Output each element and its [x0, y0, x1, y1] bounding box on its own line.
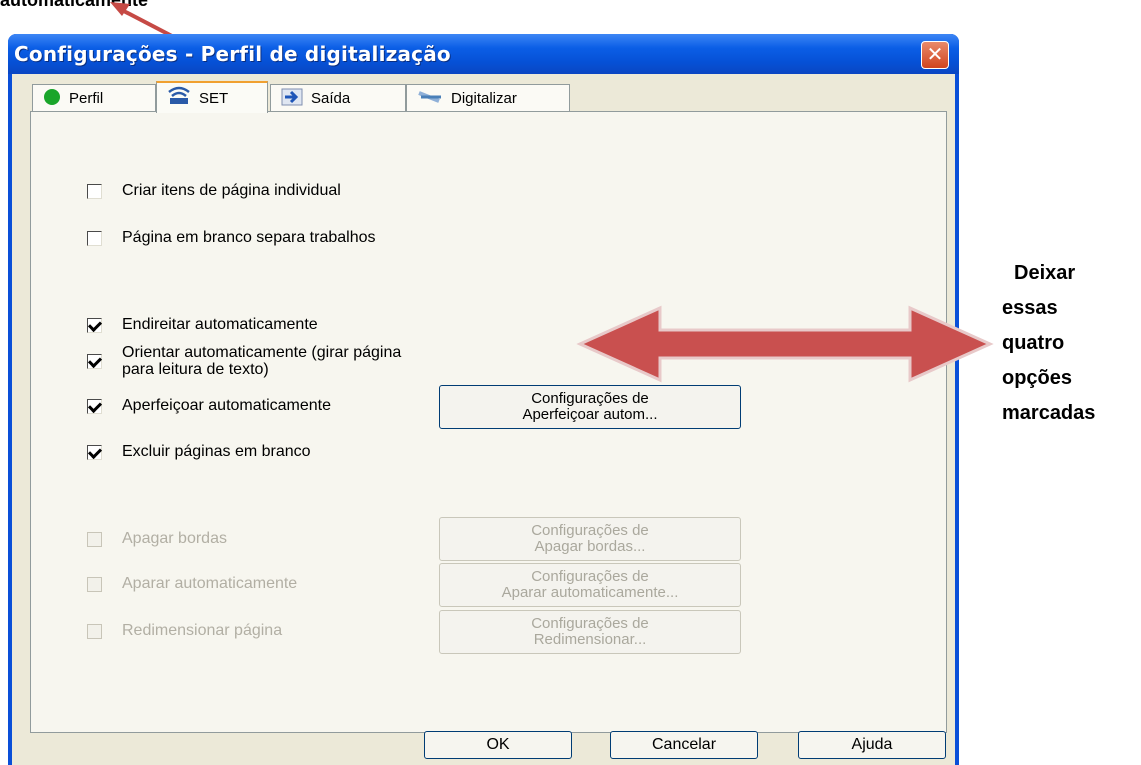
annotation-double-arrow: [576, 305, 994, 383]
option-label: Criar itens de página individual: [122, 182, 341, 199]
option-label: Redimensionar página: [122, 622, 283, 639]
option-aparar[interactable]: Aparar automaticamente: [87, 575, 297, 592]
tab-label: Digitalizar: [451, 90, 517, 107]
annotation-text: Deixar essas quatro opções marcadas: [1002, 256, 1141, 431]
checkbox[interactable]: [87, 624, 102, 639]
scanner-set-icon: [167, 86, 191, 110]
option-excluir-branco[interactable]: Excluir páginas em branco: [87, 443, 311, 460]
option-redimensionar[interactable]: Redimensionar página: [87, 622, 282, 639]
checkbox[interactable]: [87, 184, 102, 199]
button-line1: Configurações de: [531, 390, 649, 407]
option-label-line1: Orientar automaticamente (girar página: [122, 344, 402, 361]
ok-button[interactable]: OK: [424, 731, 572, 759]
tab-panel-set: Criar itens de página individual Página …: [30, 111, 947, 733]
button-line2: Aparar automaticamente...: [501, 584, 679, 601]
annotation-line: marcadas: [1002, 402, 1096, 424]
tab-saida[interactable]: Saída: [270, 84, 406, 112]
option-criar-itens[interactable]: Criar itens de página individual: [87, 182, 341, 199]
settings-apagar-button[interactable]: Configurações de Apagar bordas...: [439, 517, 741, 561]
title-bar: Configurações - Perfil de digitalização …: [8, 34, 959, 74]
cancel-button[interactable]: Cancelar: [610, 731, 758, 759]
settings-aperfeicoar-button[interactable]: Configurações de Aperfeiçoar autom...: [439, 385, 741, 429]
tab-perfil[interactable]: Perfil: [32, 84, 156, 112]
checkbox[interactable]: [87, 532, 102, 547]
button-line1: Configurações de: [531, 568, 649, 585]
close-button[interactable]: ✕: [921, 41, 949, 69]
checkbox[interactable]: [87, 318, 102, 333]
annotation-line: opções: [1002, 367, 1073, 389]
option-label: Orientar automaticamente (girar página p…: [122, 344, 401, 378]
help-button[interactable]: Ajuda: [798, 731, 946, 759]
settings-aparar-button[interactable]: Configurações de Aparar automaticamente.…: [439, 563, 741, 607]
button-line1: Configurações de: [531, 615, 649, 632]
settings-redimensionar-button[interactable]: Configurações de Redimensionar...: [439, 610, 741, 654]
button-line2: Aperfeiçoar autom...: [522, 406, 658, 423]
green-circle-icon: [43, 88, 61, 110]
arrow-output-icon: [281, 87, 303, 111]
annotation-line: Deixar: [1014, 262, 1076, 284]
window-title: Configurações - Perfil de digitalização: [14, 42, 451, 66]
button-line2: Redimensionar...: [533, 631, 647, 648]
checkbox[interactable]: [87, 354, 102, 369]
checkbox[interactable]: [87, 231, 102, 246]
tab-label: SET: [199, 89, 229, 107]
tab-label: Perfil: [69, 90, 104, 107]
option-label: Excluir páginas em branco: [122, 443, 311, 460]
button-line2: Apagar bordas...: [534, 538, 646, 555]
annotation-line: essas: [1002, 297, 1058, 319]
checkbox[interactable]: [87, 577, 102, 592]
option-label: Apagar bordas: [122, 530, 227, 547]
tab-digitalizar[interactable]: Digitalizar: [406, 84, 570, 112]
checkbox[interactable]: [87, 399, 102, 414]
option-label-line2: para leitura de texto): [122, 361, 269, 378]
annotation-line: quatro: [1002, 332, 1065, 354]
option-label: Aperfeiçoar automaticamente: [122, 397, 331, 414]
checkbox[interactable]: [87, 445, 102, 460]
tab-label: Saída: [311, 90, 351, 107]
option-apagar-bordas[interactable]: Apagar bordas: [87, 530, 227, 547]
option-endireitar[interactable]: Endireitar automaticamente: [87, 316, 318, 333]
tab-set[interactable]: SET: [156, 81, 268, 113]
option-orientar[interactable]: Orientar automaticamente (girar página p…: [87, 344, 401, 378]
option-aperfeicoar[interactable]: Aperfeiçoar automaticamente: [87, 397, 331, 414]
option-label: Página em branco separa trabalhos: [122, 229, 376, 246]
button-line1: Configurações de: [531, 522, 649, 539]
dialog-window: Configurações - Perfil de digitalização …: [8, 34, 959, 765]
dialog-client-area: Perfil SET Saída Digitalizar Criar itens…: [12, 74, 955, 765]
option-pagina-branco-separa[interactable]: Página em branco separa trabalhos: [87, 229, 376, 246]
scan-icon: [417, 87, 443, 111]
option-label: Aparar automaticamente: [122, 575, 298, 592]
option-label: Endireitar automaticamente: [122, 316, 318, 333]
